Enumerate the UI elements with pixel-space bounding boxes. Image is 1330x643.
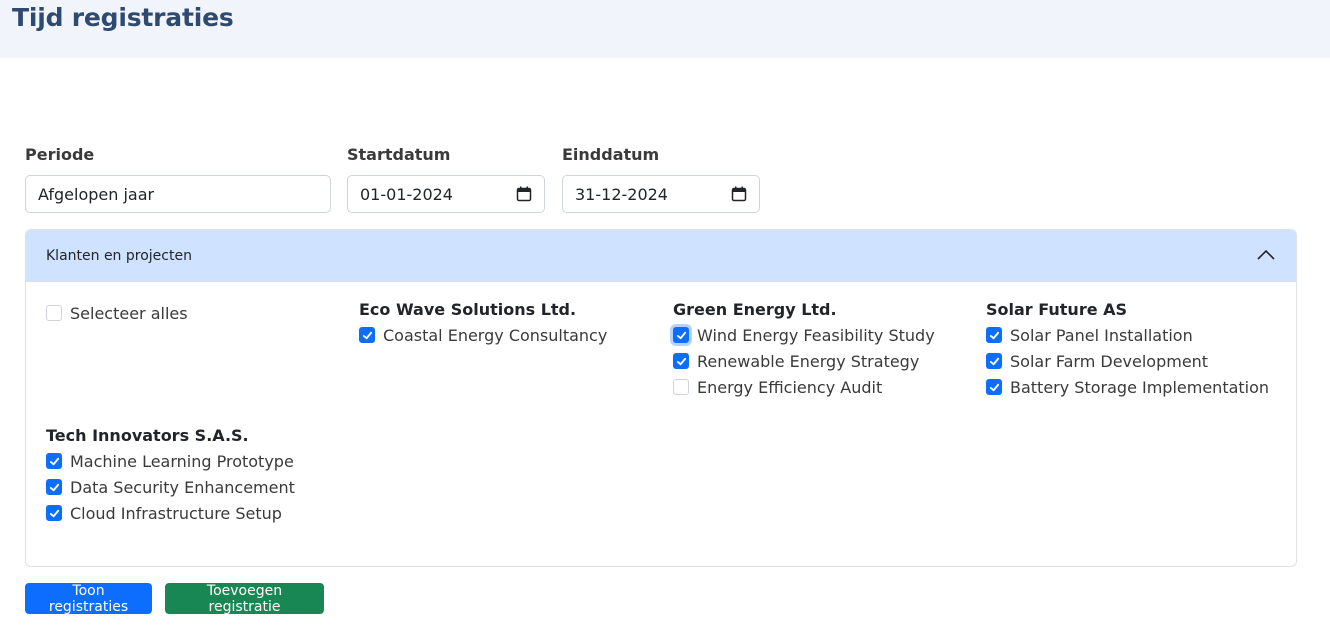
select-all-column: Selecteer alles — [46, 300, 188, 326]
check-icon — [362, 331, 373, 340]
calendar-icon[interactable] — [516, 186, 532, 202]
check-icon — [676, 331, 687, 340]
project-checkbox[interactable]: Wind Energy Feasibility Study — [673, 322, 935, 348]
check-icon — [989, 331, 1000, 340]
project-checkbox[interactable]: Solar Farm Development — [986, 348, 1269, 374]
project-label: Solar Panel Installation — [1010, 325, 1193, 345]
project-label: Coastal Energy Consultancy — [383, 325, 608, 345]
page-title: Tijd registraties — [12, 3, 234, 32]
client-name: Green Energy Ltd. — [673, 300, 837, 319]
checkbox[interactable] — [986, 379, 1002, 395]
checkbox[interactable] — [359, 327, 375, 343]
period-input[interactable]: Afgelopen jaar — [25, 175, 331, 213]
accordion-title: Klanten en projecten — [46, 247, 192, 264]
checkbox[interactable] — [46, 453, 62, 469]
start-date-input[interactable]: 01-01-2024 — [347, 175, 545, 213]
project-checkbox[interactable]: Machine Learning Prototype — [46, 448, 295, 474]
client-name: Solar Future AS — [986, 300, 1128, 319]
period-value: Afgelopen jaar — [38, 184, 155, 204]
client-name: Eco Wave Solutions Ltd. — [359, 300, 577, 319]
page-header: Tijd registraties — [0, 0, 1330, 58]
check-icon — [676, 357, 687, 366]
project-label: Energy Efficiency Audit — [697, 377, 883, 397]
project-checkbox[interactable]: Coastal Energy Consultancy — [359, 322, 607, 348]
project-checkbox[interactable]: Cloud Infrastructure Setup — [46, 500, 295, 526]
checkbox[interactable] — [46, 505, 62, 521]
project-label: Wind Energy Feasibility Study — [697, 325, 935, 345]
project-label: Data Security Enhancement — [70, 477, 295, 497]
project-checkbox[interactable]: Data Security Enhancement — [46, 474, 295, 500]
check-icon — [49, 483, 60, 492]
add-registration-button[interactable]: Toevoegen registratie — [165, 583, 324, 615]
accordion-header[interactable]: Klanten en projecten — [26, 230, 1296, 282]
check-icon — [989, 357, 1000, 366]
checkbox[interactable] — [46, 305, 62, 321]
checkbox[interactable] — [673, 379, 689, 395]
check-icon — [49, 457, 60, 466]
project-label: Solar Farm Development — [1010, 351, 1209, 371]
client-name: Tech Innovators S.A.S. — [46, 426, 249, 445]
checkbox[interactable] — [986, 327, 1002, 343]
project-label: Renewable Energy Strategy — [697, 351, 920, 371]
check-icon — [989, 383, 1000, 392]
chevron-up-icon — [1257, 249, 1275, 260]
checkbox[interactable] — [673, 353, 689, 369]
start-date-label: Startdatum — [347, 145, 451, 164]
end-date-input[interactable]: 31-12-2024 — [562, 175, 760, 213]
select-all-label: Selecteer alles — [70, 303, 188, 323]
show-registrations-button[interactable]: Toon registraties — [25, 583, 152, 615]
project-checkbox[interactable]: Solar Panel Installation — [986, 322, 1269, 348]
check-icon — [49, 509, 60, 518]
start-date-value: 01-01-2024 — [360, 184, 453, 204]
project-checkbox[interactable]: Energy Efficiency Audit — [673, 374, 935, 400]
project-checkbox[interactable]: Renewable Energy Strategy — [673, 348, 935, 374]
end-date-value: 31-12-2024 — [575, 184, 668, 204]
project-checkbox[interactable]: Battery Storage Implementation — [986, 374, 1269, 400]
project-label: Battery Storage Implementation — [1010, 377, 1270, 397]
clients-projects-accordion: Klanten en projecten Selecteer alles Eco… — [25, 229, 1297, 567]
select-all-checkbox[interactable]: Selecteer alles — [46, 300, 188, 326]
client-group-tech-innovators: Tech Innovators S.A.S. Machine Learning … — [46, 424, 295, 526]
calendar-icon[interactable] — [731, 186, 747, 202]
checkbox[interactable] — [46, 479, 62, 495]
project-label: Cloud Infrastructure Setup — [70, 503, 282, 523]
period-label: Periode — [25, 145, 95, 164]
project-label: Machine Learning Prototype — [70, 451, 294, 471]
client-group-green-energy: Green Energy Ltd. Wind Energy Feasibilit… — [673, 298, 935, 400]
checkbox[interactable] — [986, 353, 1002, 369]
client-group-eco-wave: Eco Wave Solutions Ltd. Coastal Energy C… — [359, 298, 607, 348]
checkbox[interactable] — [673, 327, 689, 343]
end-date-label: Einddatum — [562, 145, 660, 164]
client-group-solar-future: Solar Future AS Solar Panel Installation… — [986, 298, 1269, 400]
